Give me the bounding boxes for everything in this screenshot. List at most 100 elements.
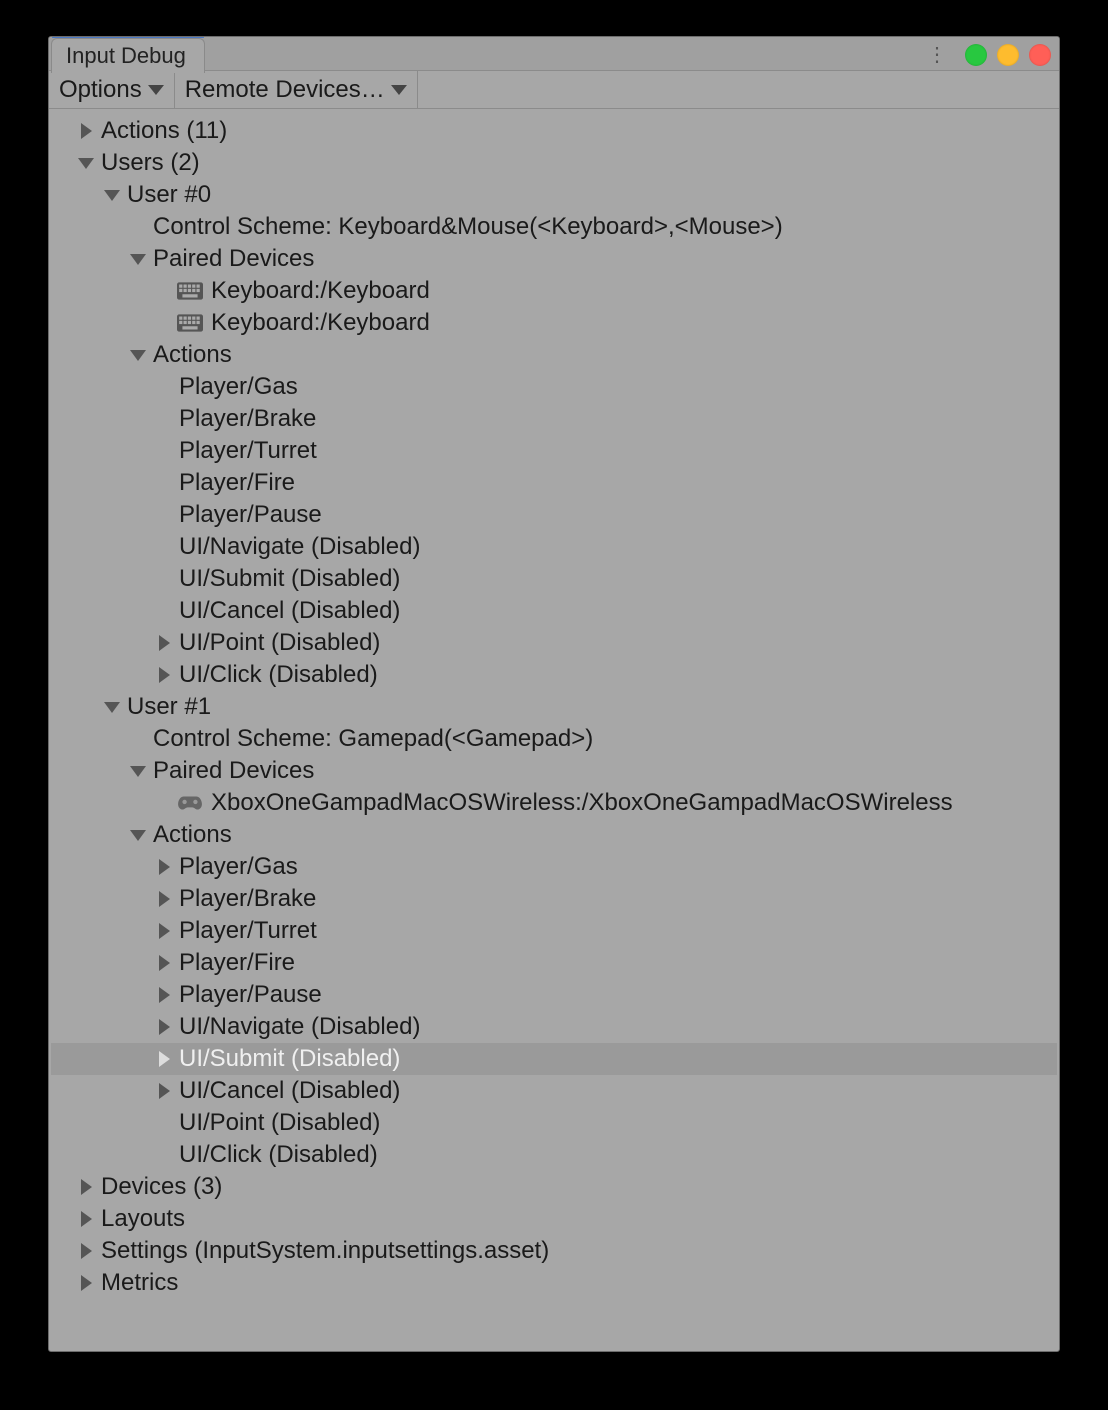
- tree-item-label: UI/Point (Disabled): [177, 1109, 380, 1137]
- tree-item-label: User #1: [125, 693, 211, 721]
- remote-devices-dropdown[interactable]: Remote Devices…: [175, 71, 418, 108]
- tree-item-label: UI/Point (Disabled): [177, 629, 380, 657]
- foldout-closed-icon[interactable]: [77, 1274, 95, 1292]
- keyboard-icon: [177, 281, 203, 301]
- tree-item-users[interactable]: Users (2): [51, 147, 1057, 179]
- tree-item-label: Player/Turret: [177, 917, 317, 945]
- tree-item-action[interactable]: Player/Pause: [51, 979, 1057, 1011]
- traffic-light-green[interactable]: [965, 44, 987, 66]
- tree-item-action[interactable]: Player/Fire: [51, 467, 1057, 499]
- tree-item-label: UI/Click (Disabled): [177, 661, 378, 689]
- foldout-closed-icon[interactable]: [155, 1050, 173, 1068]
- tree-item-action[interactable]: UI/Click (Disabled): [51, 1139, 1057, 1171]
- tree-item-label: Devices (3): [99, 1173, 222, 1201]
- tree-item-user1-actions[interactable]: Actions: [51, 819, 1057, 851]
- tree-item-action[interactable]: Player/Turret: [51, 915, 1057, 947]
- traffic-light-red[interactable]: [1029, 44, 1051, 66]
- tree-item-label: Player/Fire: [177, 469, 295, 497]
- foldout-closed-icon[interactable]: [155, 890, 173, 908]
- tree-view[interactable]: Actions (11) Users (2) User #0 Control S…: [49, 109, 1059, 1305]
- foldout-closed-icon[interactable]: [155, 922, 173, 940]
- tree-item-action[interactable]: Player/Brake: [51, 883, 1057, 915]
- tree-item-label: Users (2): [99, 149, 200, 177]
- foldout-closed-icon[interactable]: [155, 986, 173, 1004]
- options-label: Options: [59, 76, 142, 104]
- foldout-closed-icon[interactable]: [77, 1210, 95, 1228]
- tree-item-user0-paired[interactable]: Paired Devices: [51, 243, 1057, 275]
- tree-item-user1[interactable]: User #1: [51, 691, 1057, 723]
- tree-item-action[interactable]: UI/Submit (Disabled): [51, 1043, 1057, 1075]
- foldout-open-icon[interactable]: [129, 346, 147, 364]
- tree-item-action[interactable]: Player/Brake: [51, 403, 1057, 435]
- tree-item-label: Player/Turret: [177, 437, 317, 465]
- tree-item-action[interactable]: UI/Point (Disabled): [51, 1107, 1057, 1139]
- input-debug-window: Input Debug ⋮ Options Remote Devices… Ac…: [48, 36, 1060, 1352]
- tree-item-metrics[interactable]: Metrics: [51, 1267, 1057, 1299]
- foldout-closed-icon[interactable]: [155, 666, 173, 684]
- foldout-closed-icon[interactable]: [77, 1242, 95, 1260]
- tree-item-action[interactable]: UI/Point (Disabled): [51, 627, 1057, 659]
- tree-item-devices[interactable]: Devices (3): [51, 1171, 1057, 1203]
- tree-item-action[interactable]: UI/Cancel (Disabled): [51, 1075, 1057, 1107]
- foldout-open-icon[interactable]: [129, 762, 147, 780]
- tree-item-label: Keyboard:/Keyboard: [209, 309, 430, 337]
- tree-item-action[interactable]: UI/Click (Disabled): [51, 659, 1057, 691]
- options-dropdown[interactable]: Options: [49, 71, 175, 108]
- remote-devices-label: Remote Devices…: [185, 76, 385, 104]
- tree-item-label: User #0: [125, 181, 211, 209]
- tree-item-label: Actions: [151, 341, 232, 369]
- tree-item-label: Player/Fire: [177, 949, 295, 977]
- tree-item-label: UI/Navigate (Disabled): [177, 1013, 420, 1041]
- tree-item-user0-scheme[interactable]: Control Scheme: Keyboard&Mouse(<Keyboard…: [51, 211, 1057, 243]
- tree-item-label: UI/Click (Disabled): [177, 1141, 378, 1169]
- tree-item-device[interactable]: Keyboard:/Keyboard: [51, 307, 1057, 339]
- tree-item-action[interactable]: UI/Submit (Disabled): [51, 563, 1057, 595]
- tree-item-label: Player/Brake: [177, 405, 316, 433]
- tree-item-action[interactable]: Player/Gas: [51, 851, 1057, 883]
- foldout-closed-icon[interactable]: [155, 1018, 173, 1036]
- tree-item-action[interactable]: Player/Fire: [51, 947, 1057, 979]
- tree-item-user0[interactable]: User #0: [51, 179, 1057, 211]
- traffic-light-yellow[interactable]: [997, 44, 1019, 66]
- tree-item-label: Player/Gas: [177, 853, 298, 881]
- tree-item-device[interactable]: Keyboard:/Keyboard: [51, 275, 1057, 307]
- tree-item-settings[interactable]: Settings (InputSystem.inputsettings.asse…: [51, 1235, 1057, 1267]
- tree-item-action[interactable]: UI/Navigate (Disabled): [51, 531, 1057, 563]
- foldout-closed-icon[interactable]: [155, 858, 173, 876]
- tree-item-action[interactable]: UI/Cancel (Disabled): [51, 595, 1057, 627]
- tree-item-action[interactable]: Player/Pause: [51, 499, 1057, 531]
- foldout-open-icon[interactable]: [129, 826, 147, 844]
- gamepad-icon: [177, 793, 203, 813]
- tree-item-device[interactable]: XboxOneGampadMacOSWireless:/XboxOneGampa…: [51, 787, 1057, 819]
- tree-item-user1-scheme[interactable]: Control Scheme: Gamepad(<Gamepad>): [51, 723, 1057, 755]
- foldout-closed-icon[interactable]: [155, 1082, 173, 1100]
- tree-item-label: Player/Pause: [177, 981, 322, 1009]
- foldout-open-icon[interactable]: [129, 250, 147, 268]
- tab-input-debug[interactable]: Input Debug: [51, 38, 205, 73]
- tree-item-actions[interactable]: Actions (11): [51, 115, 1057, 147]
- foldout-closed-icon[interactable]: [77, 1178, 95, 1196]
- tree-item-label: Metrics: [99, 1269, 178, 1297]
- tree-item-action[interactable]: Player/Turret: [51, 435, 1057, 467]
- tree-item-label: Actions (11): [99, 117, 227, 145]
- tree-item-label: Settings (InputSystem.inputsettings.asse…: [99, 1237, 549, 1265]
- tree-item-label: UI/Submit (Disabled): [177, 1045, 400, 1073]
- tree-item-action[interactable]: Player/Gas: [51, 371, 1057, 403]
- foldout-open-icon[interactable]: [77, 154, 95, 172]
- tree-item-label: Control Scheme: Keyboard&Mouse(<Keyboard…: [151, 213, 783, 241]
- keyboard-icon: [177, 313, 203, 333]
- tree-item-label: Player/Brake: [177, 885, 316, 913]
- foldout-closed-icon[interactable]: [155, 954, 173, 972]
- window-controls: ⋮: [927, 42, 1051, 67]
- foldout-open-icon[interactable]: [103, 186, 121, 204]
- tree-item-action[interactable]: UI/Navigate (Disabled): [51, 1011, 1057, 1043]
- tree-item-user0-actions[interactable]: Actions: [51, 339, 1057, 371]
- tree-item-user1-paired[interactable]: Paired Devices: [51, 755, 1057, 787]
- foldout-closed-icon[interactable]: [155, 634, 173, 652]
- chevron-down-icon: [391, 85, 407, 95]
- kebab-menu-icon[interactable]: ⋮: [927, 42, 955, 67]
- foldout-closed-icon[interactable]: [77, 122, 95, 140]
- tab-label: Input Debug: [66, 43, 186, 68]
- tree-item-layouts[interactable]: Layouts: [51, 1203, 1057, 1235]
- foldout-open-icon[interactable]: [103, 698, 121, 716]
